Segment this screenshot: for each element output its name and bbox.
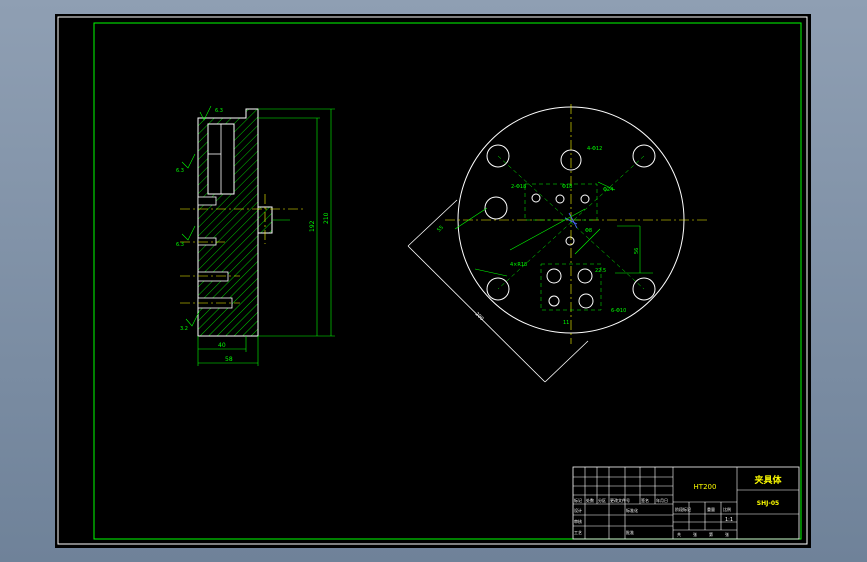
hole-small-3 [580,194,590,204]
header-mark: 标记 [574,497,582,503]
dim-55: 55 [436,225,445,234]
cad-viewport[interactable]: 40 58 192 210 6.3 6.3 6.3 3.2 4-Φ12 2-Φ1… [0,0,867,562]
dim-phi8: Φ8 [585,228,592,234]
engineering-drawing: 40 58 192 210 6.3 6.3 6.3 3.2 4-Φ12 2-Φ1… [57,16,808,545]
approval-review: 审核 [574,518,582,524]
dim-56: 56 [634,248,640,254]
dim-192: 192 [309,220,316,232]
hole-small-2 [555,194,565,204]
sheet-number-unit: 张 [725,531,729,537]
material-label: HT200 [694,483,717,491]
roughness-4: 3.2 [180,326,188,332]
stage-scale: 比例 [723,506,731,512]
roughness-2: 6.3 [176,168,184,174]
dim-11: 11 [563,320,569,326]
tapped-hole-1 [197,196,217,206]
dim-58: 58 [225,356,233,363]
header-signature: 签名 [641,497,649,503]
dim-210: 210 [323,212,330,224]
top-plan-view: 4-Φ12 2-Φ18 Φ18 Φ24 4×R18 200 55 11 56 2… [407,104,710,383]
header-zone: 分区 [598,497,606,503]
dim-phi18: Φ18 [562,184,572,190]
scale-label: 1:1 [725,517,733,523]
side-section-view: 40 58 192 210 6.3 6.3 6.3 3.2 [176,105,335,366]
drawing-sheet: 40 58 192 210 6.3 6.3 6.3 3.2 4-Φ12 2-Φ1… [55,14,811,548]
outer-frame [57,16,808,545]
approval-approve: 批准 [626,529,634,535]
approval-standard: 标准化 [626,507,638,513]
stage-weight: 重量 [707,506,715,512]
header-count: 处数 [586,497,594,503]
hole-bottom-large [578,293,594,309]
dim-4xr18: 4×R18 [510,262,527,268]
hole-bottom-right [577,268,593,284]
dim-6xphi10: 6-Φ10 [611,308,626,314]
roughness-3: 6.3 [176,242,184,248]
drawing-number-label: SHJ-05 [757,500,779,507]
part-name-label: 夹具体 [754,474,782,486]
stage-mark: 阶段标记 [675,506,691,512]
counterbore-hole-1 [197,271,229,282]
hole-left-large [484,196,508,220]
header-date: 年月日 [656,497,668,503]
sheet-number: 第 [709,531,713,537]
sheet-total: 共 [677,531,681,537]
approval-process: 工艺 [574,530,582,535]
dim-phi24: Φ24 [603,187,613,193]
sheet-total-unit: 张 [693,531,697,537]
title-block: HT200 夹具体 SHJ-05 1:1 标记 处数 分区 更改文件号 签名 年… [572,466,800,540]
dim-22-5: 22.5 [595,268,606,274]
tapped-hole-2 [197,237,217,246]
header-change-doc: 更改文件号 [610,497,630,503]
dim-40: 40 [218,342,226,349]
dim-4xphi12: 4-Φ12 [587,146,602,152]
hole-small-1 [531,193,541,203]
hole-bottom-small [548,295,560,307]
roughness-1: 6.3 [215,108,223,114]
hole-bottom-left [546,268,562,284]
approval-design: 设计 [574,507,582,513]
hole-center [565,236,575,246]
dim-2xphi18: 2-Φ18 [511,184,526,190]
